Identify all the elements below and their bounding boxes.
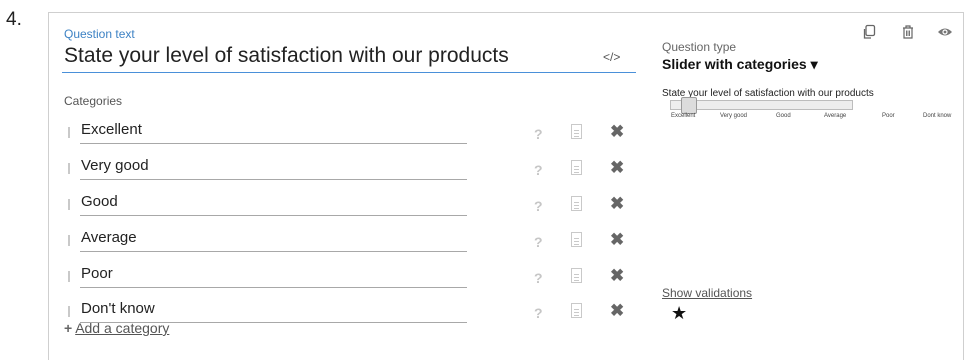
document-icon[interactable] [571, 124, 582, 139]
category-underline [80, 179, 467, 180]
duplicate-icon[interactable] [861, 24, 877, 40]
delete-category-icon[interactable]: ✖ [610, 266, 624, 286]
category-row: Very good ? ✖ [68, 157, 628, 188]
delete-category-icon[interactable]: ✖ [610, 301, 624, 321]
drag-handle-icon[interactable] [68, 306, 70, 317]
document-icon[interactable] [571, 232, 582, 247]
document-icon[interactable] [571, 196, 582, 211]
question-type-dropdown[interactable]: Slider with categories ▾ [662, 56, 818, 73]
category-input[interactable]: Excellent [81, 121, 467, 138]
category-row: Poor ? ✖ [68, 265, 628, 296]
category-input[interactable]: Good [81, 193, 467, 210]
question-text-input[interactable]: State your level of satisfaction with ou… [64, 44, 509, 68]
plus-icon: + [64, 320, 73, 336]
document-icon[interactable] [571, 303, 582, 318]
delete-icon[interactable] [900, 24, 916, 40]
drag-handle-icon[interactable] [68, 235, 70, 246]
slider-tick-label: Average [824, 113, 847, 119]
slider-tick-label: Dont know [923, 113, 952, 119]
preview-eye-icon[interactable] [937, 24, 953, 40]
slider-track[interactable] [670, 100, 853, 110]
question-text-underline [62, 72, 636, 73]
star-icon[interactable]: ★ [671, 303, 687, 324]
category-input[interactable]: Poor [81, 265, 467, 282]
delete-category-icon[interactable]: ✖ [610, 122, 624, 142]
category-input[interactable]: Very good [81, 157, 467, 174]
slider-handle[interactable] [681, 97, 697, 114]
drag-handle-icon[interactable] [68, 127, 70, 138]
question-type-label: Question type [662, 40, 737, 54]
delete-category-icon[interactable]: ✖ [610, 230, 624, 250]
category-underline [80, 215, 467, 216]
delete-category-icon[interactable]: ✖ [610, 194, 624, 214]
category-row: Good ? ✖ [68, 193, 628, 224]
document-icon[interactable] [571, 160, 582, 175]
category-underline [80, 143, 467, 144]
delete-category-icon[interactable]: ✖ [610, 158, 624, 178]
slider-tick-label: Excellent [671, 113, 696, 119]
show-validations-link[interactable]: Show validations [662, 286, 752, 300]
category-input[interactable]: Don't know [81, 300, 467, 317]
category-underline [80, 287, 467, 288]
add-category-label: Add a category [75, 320, 170, 336]
question-text-label: Question text [64, 27, 135, 41]
category-row: Average ? ✖ [68, 229, 628, 260]
category-row: Excellent ? ✖ [68, 121, 628, 152]
question-number: 4. [6, 9, 22, 30]
help-icon[interactable]: ? [534, 198, 543, 214]
slider-tick-label: Good [776, 113, 791, 119]
help-icon[interactable]: ? [534, 270, 543, 286]
drag-handle-icon[interactable] [68, 199, 70, 210]
categories-label: Categories [64, 94, 123, 108]
help-icon[interactable]: ? [534, 162, 543, 178]
drag-handle-icon[interactable] [68, 163, 70, 174]
slider-tick-label: Poor [882, 113, 895, 119]
slider-tick-label: Very good [720, 113, 748, 119]
help-icon[interactable]: ? [534, 234, 543, 250]
help-icon[interactable]: ? [534, 126, 543, 142]
document-icon[interactable] [571, 268, 582, 283]
code-icon[interactable]: </> [603, 50, 620, 64]
category-underline [80, 251, 467, 252]
drag-handle-icon[interactable] [68, 271, 70, 282]
help-icon[interactable]: ? [534, 305, 543, 321]
add-category-link[interactable]: + Add a category [64, 320, 169, 336]
category-input[interactable]: Average [81, 229, 467, 246]
